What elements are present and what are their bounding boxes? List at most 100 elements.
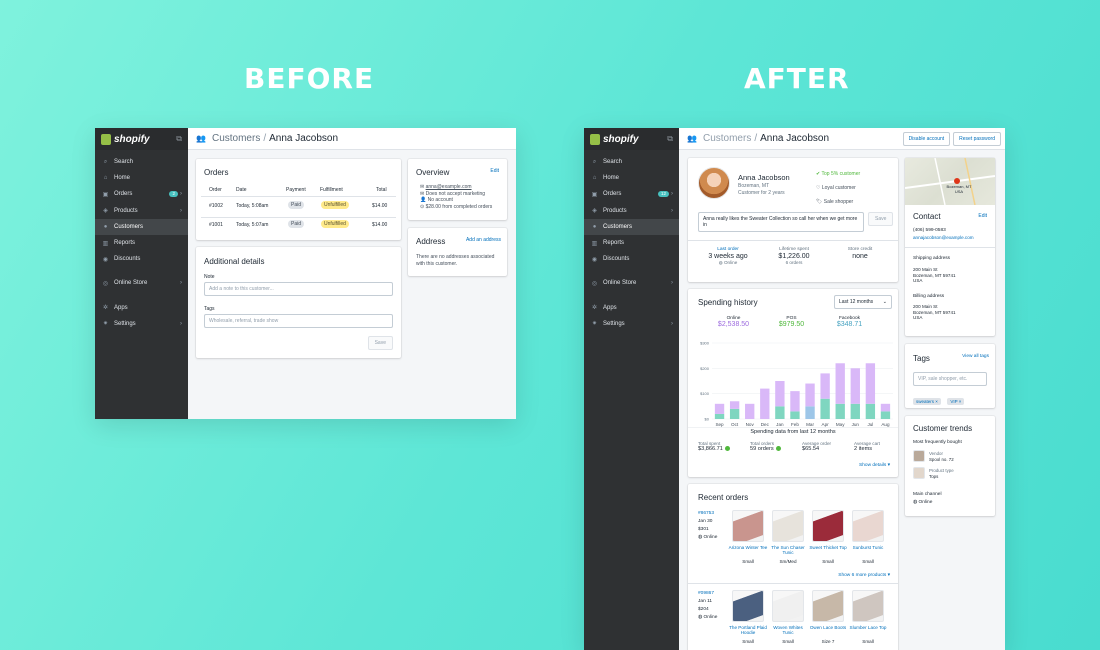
sidebar-item-home[interactable]: ⌂ Home: [584, 170, 679, 186]
bar-sep-online[interactable]: [714, 403, 725, 414]
sidebar-item-customers[interactable]: ● Customers: [95, 218, 188, 235]
save-button[interactable]: Save: [367, 336, 393, 350]
bar-mar-online[interactable]: [805, 383, 815, 407]
customer-email[interactable]: anna@example.com: [426, 184, 472, 190]
shopify-logo[interactable]: shopify ⧉: [584, 128, 679, 150]
product-name-link[interactable]: The Portland Plaid Hoodie: [728, 625, 768, 636]
bar-sep-pos[interactable]: [714, 413, 725, 419]
recent-order: #86753 Jan 30 $301 ◍ Online: [698, 510, 717, 542]
note-input[interactable]: Add a note to this customer...: [204, 282, 393, 296]
after-heading: AFTER: [744, 62, 850, 95]
bar-feb-pos[interactable]: [790, 411, 800, 419]
save-note-button[interactable]: Save: [868, 212, 894, 226]
sidebar-item-apps[interactable]: ✲ Apps: [95, 300, 188, 316]
completed-row: ⊙ $28.00 from completed orders: [420, 204, 492, 211]
bar-may-online[interactable]: [835, 363, 845, 404]
customer-note-input[interactable]: Anna really likes the Sweater Collection…: [698, 212, 864, 232]
sidebar-item-customers[interactable]: ● Customers: [584, 218, 679, 235]
bar-apr-pos[interactable]: [820, 398, 830, 419]
sidebar-item-label: Reports: [114, 240, 136, 247]
date-range-select[interactable]: Last 12 months ⌄: [834, 295, 892, 309]
tags-input[interactable]: Wholesale, referral, trade show: [204, 314, 393, 328]
product-name-link[interactable]: Sweet Thicket Top: [808, 545, 848, 550]
add-address-link[interactable]: Add an address: [466, 237, 501, 243]
chevron-right-icon: ›: [671, 320, 673, 327]
sidebar-item-online-store[interactable]: ◎ Online Store ›: [95, 275, 188, 291]
sidebar-item-online-store[interactable]: ◎ Online Store ›: [584, 275, 679, 291]
product-type-label: Product type: [929, 468, 954, 473]
sidebar-item-discounts[interactable]: ◉ Discounts: [584, 251, 679, 267]
product-name-link[interactable]: Woven Whites Tunic: [768, 625, 808, 636]
bar-oct-pos[interactable]: [729, 408, 740, 419]
product-thumbnail[interactable]: [852, 510, 884, 542]
table-row[interactable]: #1002 Today, 5:08am Paid Unfulfilled $14…: [204, 201, 394, 215]
sidebar-item-settings[interactable]: ✷ Settings ›: [584, 316, 679, 332]
disable-account-button[interactable]: Disable account: [902, 131, 951, 146]
bar-jul-pos[interactable]: [865, 403, 876, 419]
tag-sweaters[interactable]: sweaters ×: [913, 398, 941, 405]
tag-vip[interactable]: VIP ×: [947, 398, 965, 405]
bar-jan-pos[interactable]: [775, 406, 785, 419]
sidebar-item-reports[interactable]: ▥ Reports: [95, 235, 188, 251]
bar-jul-online[interactable]: [865, 363, 876, 404]
product-thumbnail[interactable]: [732, 590, 764, 622]
bar-mar-facebook[interactable]: [805, 406, 815, 419]
sidebar-item-home[interactable]: ⌂ Home: [95, 170, 188, 186]
product-thumbnail[interactable]: [852, 590, 884, 622]
sidebar-item-apps[interactable]: ✲ Apps: [584, 300, 679, 316]
view-all-tags-link[interactable]: View all tags: [962, 354, 989, 359]
product-thumbnail[interactable]: [772, 510, 804, 542]
edit-overview-link[interactable]: Edit: [490, 168, 499, 174]
show-details-link[interactable]: Show details ▾: [859, 463, 890, 468]
product-thumbnail[interactable]: [812, 590, 844, 622]
order-link[interactable]: #86753: [698, 510, 717, 518]
bar-jan-online[interactable]: [775, 381, 785, 407]
bar-oct-online[interactable]: [729, 401, 740, 409]
bar-jun-online[interactable]: [850, 368, 860, 404]
shopify-logo[interactable]: shopify ⧉: [95, 128, 188, 150]
sidebar-item-discounts[interactable]: ◉ Discounts: [95, 251, 188, 267]
external-link-icon[interactable]: ⧉: [667, 134, 673, 144]
bar-feb-online[interactable]: [790, 391, 800, 412]
bar-aug-pos[interactable]: [880, 411, 891, 419]
address-title: Address: [416, 237, 446, 246]
product-thumbnail[interactable]: [812, 510, 844, 542]
contact-email[interactable]: annajacobson@example.com: [913, 235, 974, 240]
bar-apr-online[interactable]: [820, 373, 830, 399]
order-link[interactable]: #1002: [209, 203, 223, 209]
sidebar-item-orders[interactable]: ▣ Orders 12 ›: [584, 186, 679, 202]
product-thumbnail[interactable]: [732, 510, 764, 542]
bar-nov-online[interactable]: [745, 403, 755, 419]
edit-contact-link[interactable]: Edit: [978, 213, 987, 219]
bar-jun-pos[interactable]: [850, 403, 860, 419]
sidebar-item-orders[interactable]: ▣ Orders 2 ›: [95, 186, 188, 202]
sidebar-item-label: Home: [603, 175, 620, 182]
show-more-products-link[interactable]: Show 6 more products ▾: [838, 573, 890, 578]
product-name-link[interactable]: Owen Lace Boots: [808, 625, 848, 630]
sidebar-item-products[interactable]: ◈ Products ›: [95, 203, 188, 219]
product-thumbnail[interactable]: [772, 590, 804, 622]
location-map[interactable]: Bozeman, MT USA: [905, 158, 995, 205]
external-link-icon[interactable]: ⧉: [176, 134, 182, 144]
bar-aug-online[interactable]: [880, 403, 891, 412]
order-link[interactable]: #09867: [698, 590, 717, 598]
product-size: Sm/Med: [779, 559, 797, 564]
sidebar-item-products[interactable]: ◈ Products ›: [584, 203, 679, 219]
bar-may-pos[interactable]: [835, 403, 845, 419]
sidebar-item-reports[interactable]: ▥ Reports: [584, 235, 679, 251]
product-name-link[interactable]: Arizona Winter Tee: [728, 545, 768, 550]
breadcrumb-parent[interactable]: Customers: [703, 133, 751, 144]
sidebar-item-search[interactable]: ⌕ Search: [95, 154, 188, 170]
sidebar-item-settings[interactable]: ✷ Settings ›: [95, 316, 188, 332]
product-name-link[interactable]: The Sun Chaser Tunic: [768, 545, 808, 556]
product-name-link[interactable]: Sunburst Tunic: [848, 545, 888, 550]
bar-dec-online[interactable]: [760, 388, 770, 419]
order-link[interactable]: #1001: [209, 222, 223, 228]
product-name-link[interactable]: Slumber Lace Top: [848, 625, 888, 630]
tags-input[interactable]: VIP, sale shopper, etc.: [913, 372, 987, 386]
table-row[interactable]: #1001 Today, 5:07am Paid Unfulfilled $14…: [204, 220, 394, 234]
reset-password-button[interactable]: Reset password: [953, 131, 1001, 146]
after-admin-window: shopify ⧉ ⌕ Search ⌂ Home ▣ Orders 12 › ◈ Product…: [584, 128, 1005, 650]
sidebar-item-search[interactable]: ⌕ Search: [584, 154, 679, 170]
breadcrumb-parent[interactable]: Customers: [212, 133, 260, 144]
